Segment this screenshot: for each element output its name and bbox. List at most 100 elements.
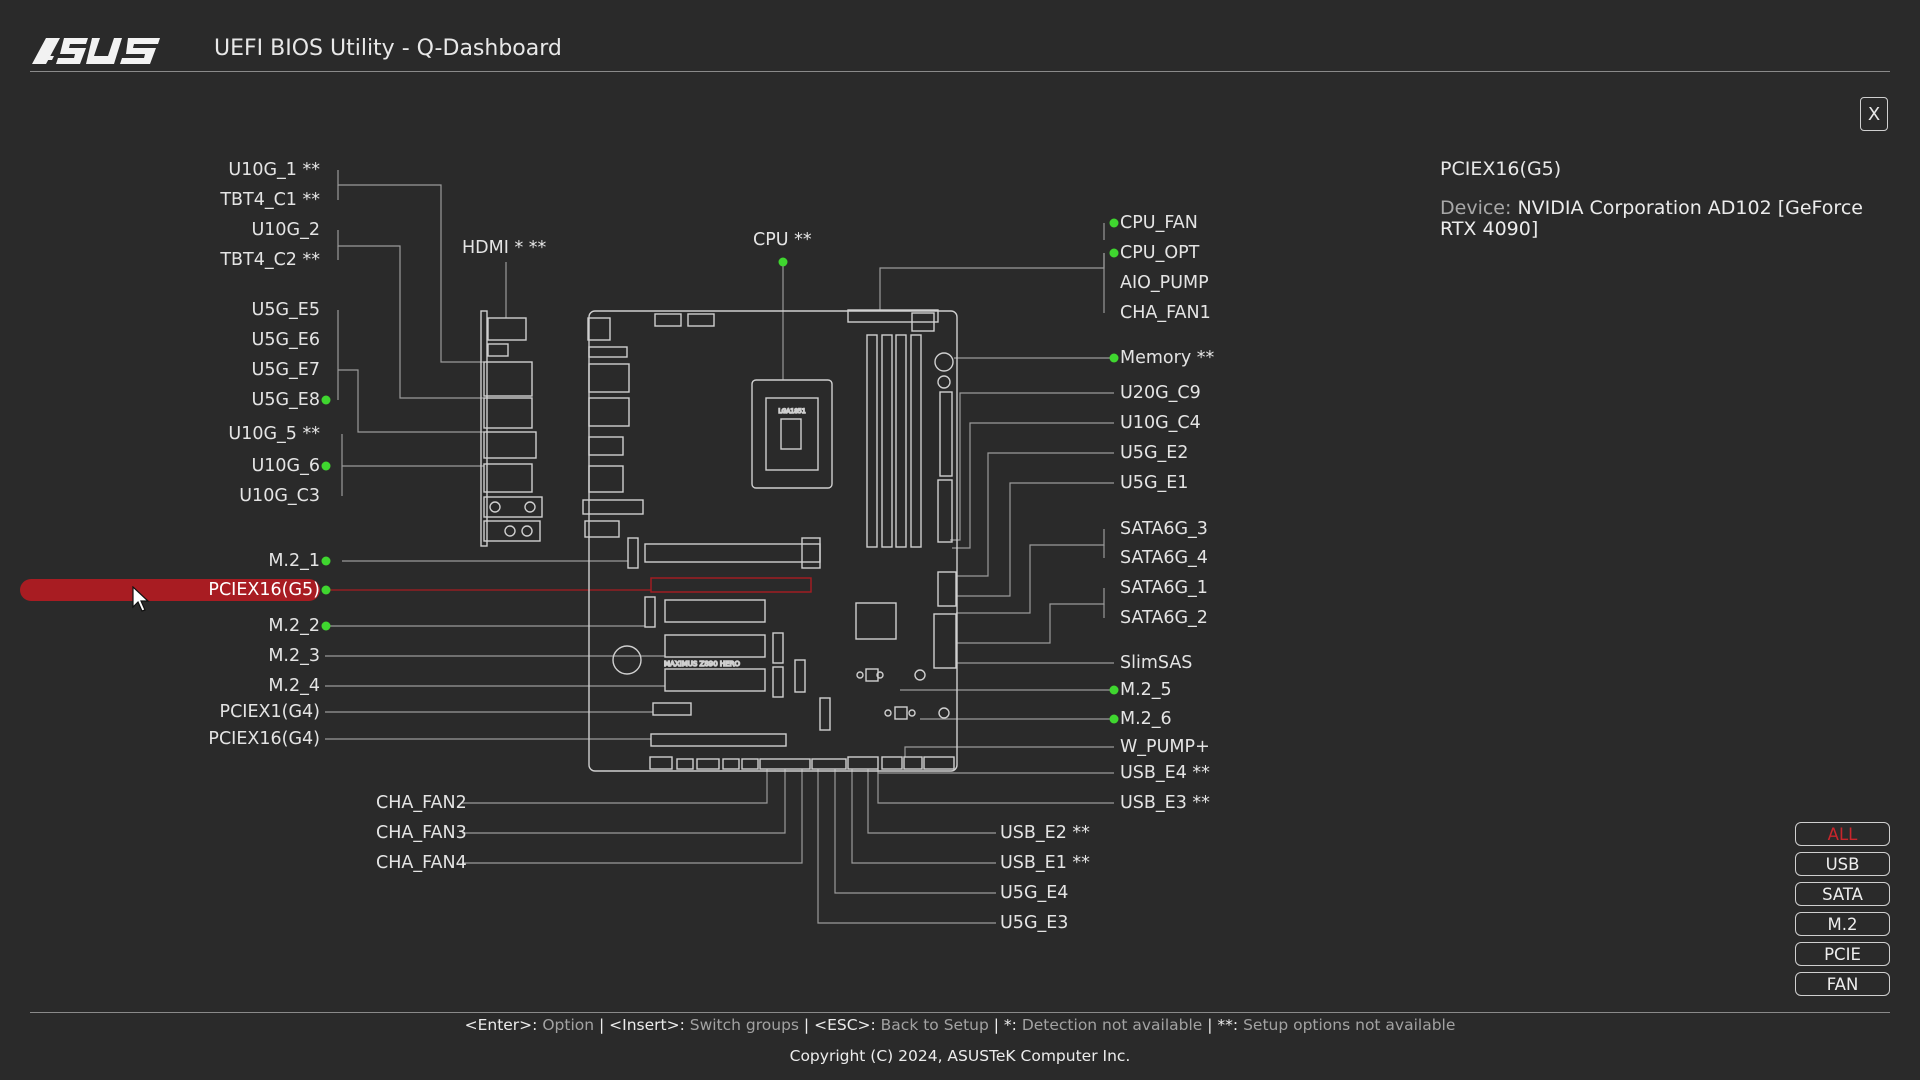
bottom-header: [903, 756, 923, 770]
port-label-right[interactable]: SATA6G_1: [1120, 577, 1208, 599]
port-label-right[interactable]: SATA6G_2: [1120, 607, 1208, 629]
port-label-left[interactable]: U5G_E7: [20, 359, 320, 381]
vrm: [587, 317, 611, 341]
port-label-bottom[interactable]: USB_E2 **: [1000, 822, 1090, 844]
port-label-right[interactable]: SATA6G_3: [1120, 518, 1208, 540]
port-label-bottom[interactable]: U5G_E3: [1000, 912, 1068, 934]
port-label-right[interactable]: CPU_OPT: [1120, 242, 1199, 264]
connected-dot-icon: [1109, 353, 1119, 363]
m2-3-slot: [664, 634, 766, 658]
header-block: [654, 313, 682, 327]
port-label-left[interactable]: PCIEX16(G5): [20, 579, 320, 601]
port-label-left[interactable]: PCIEX1(G4): [20, 701, 320, 723]
connected-dot-icon: [321, 621, 331, 631]
help-desc-esc: Back to Setup: [880, 1016, 989, 1034]
filter-fan-button[interactable]: FAN: [1795, 972, 1890, 996]
small-header: [865, 668, 879, 682]
header-block: [687, 313, 715, 327]
io-usb-stack: [483, 463, 533, 493]
model-label: MAXIMUS Z890 HERO: [664, 660, 740, 668]
connected-dot-icon: [321, 395, 331, 405]
port-label-left[interactable]: U10G_5 **: [20, 423, 320, 445]
port-label-left[interactable]: U5G_E6: [20, 329, 320, 351]
port-label-left[interactable]: TBT4_C2 **: [20, 249, 320, 271]
bottom-header: [847, 756, 879, 770]
leader-line: [337, 170, 484, 363]
port-label-hdmi[interactable]: HDMI * **: [462, 237, 546, 259]
filter-usb-button[interactable]: USB: [1795, 852, 1890, 876]
port-label-bottom[interactable]: CHA_FAN4: [376, 852, 467, 874]
port-label-right[interactable]: AIO_PUMP: [1120, 272, 1209, 294]
bottom-header: [923, 756, 955, 770]
connected-dot-icon: [1109, 714, 1119, 724]
io-usb-stack: [483, 361, 533, 397]
port-label-right[interactable]: Memory **: [1120, 347, 1214, 369]
cpu-die: [780, 418, 802, 450]
port-label-right[interactable]: SlimSAS: [1120, 652, 1192, 674]
port-label-bottom[interactable]: U5G_E4: [1000, 882, 1068, 904]
port-label-right[interactable]: U10G_C4: [1120, 412, 1201, 434]
leader-line: [462, 769, 768, 804]
port-label-left[interactable]: U10G_1 **: [20, 159, 320, 181]
port-label-bottom[interactable]: CHA_FAN2: [376, 792, 467, 814]
connected-dot-icon: [321, 585, 331, 595]
port-label-cpu[interactable]: CPU **: [753, 229, 812, 251]
port-label-bottom[interactable]: CHA_FAN3: [376, 822, 467, 844]
connected-dot-icon: [321, 461, 331, 471]
filter-group: ALL USB SATA M.2 PCIE FAN: [1795, 822, 1890, 1002]
port-label-right[interactable]: USB_E3 **: [1120, 792, 1210, 814]
bottom-header: [759, 758, 811, 770]
leader-line: [950, 392, 1114, 541]
port-label-left[interactable]: PCIEX16(G4): [20, 728, 320, 750]
filter-m2-button[interactable]: M.2: [1795, 912, 1890, 936]
leader-line: [834, 769, 996, 894]
port-label-right[interactable]: U5G_E2: [1120, 442, 1188, 464]
leader-line: [956, 529, 1105, 614]
port-label-left[interactable]: M.2_2: [20, 615, 320, 637]
port-label-right[interactable]: SATA6G_4: [1120, 547, 1208, 569]
filter-sata-button[interactable]: SATA: [1795, 882, 1890, 906]
m2-2-bracket: [644, 596, 656, 628]
bottom-header: [676, 758, 694, 770]
io-usb-stack: [483, 431, 537, 459]
vrm: [588, 397, 630, 427]
port-label-bottom[interactable]: USB_E1 **: [1000, 852, 1090, 874]
port-label-right[interactable]: M.2_6: [1120, 708, 1172, 730]
port-label-left[interactable]: M.2_1: [20, 550, 320, 572]
port-label-right[interactable]: W_PUMP+: [1120, 736, 1210, 758]
port-label-left[interactable]: U10G_2: [20, 219, 320, 241]
port-label-right[interactable]: USB_E4 **: [1120, 762, 1210, 784]
io-hdmi: [487, 317, 527, 341]
port-label-left[interactable]: M.2_3: [20, 645, 320, 667]
filter-all-button[interactable]: ALL: [1795, 822, 1890, 846]
help-key-enter: <Enter>: [464, 1016, 533, 1034]
port-label-left[interactable]: TBT4_C1 **: [20, 189, 320, 211]
sata-block: [937, 571, 957, 607]
pciex1-g4-slot: [652, 702, 692, 716]
leader-line: [956, 452, 1114, 577]
io-usb-stack: [483, 397, 533, 429]
io-audio: [483, 496, 543, 518]
m2-2-slot: [664, 599, 766, 623]
vrm: [588, 465, 624, 493]
io-jack: [504, 525, 516, 537]
port-label-left[interactable]: U5G_E5: [20, 299, 320, 321]
port-label-left[interactable]: U10G_6: [20, 455, 320, 477]
leader-line: [462, 769, 786, 834]
device-info: Device: NVIDIA Corporation AD102 [GeForc…: [1440, 198, 1890, 240]
port-label-right[interactable]: M.2_5: [1120, 679, 1172, 701]
filter-pcie-button[interactable]: PCIE: [1795, 942, 1890, 966]
port-label-right[interactable]: CPU_FAN: [1120, 212, 1198, 234]
io-jack: [489, 501, 501, 513]
sata-block: [933, 613, 957, 669]
port-label-right[interactable]: CHA_FAN1: [1120, 302, 1211, 324]
port-label-left[interactable]: U10G_C3: [20, 485, 320, 507]
leader-line: [904, 746, 1114, 757]
port-label-right[interactable]: U5G_E1: [1120, 472, 1188, 494]
leader-line: [817, 769, 996, 924]
port-label-left[interactable]: M.2_4: [20, 675, 320, 697]
port-label-left[interactable]: U5G_E8: [20, 389, 320, 411]
device-info-title: PCIEX16(G5): [1440, 158, 1562, 180]
port-label-right[interactable]: U20G_C9: [1120, 382, 1201, 404]
leader-line: [952, 422, 1114, 549]
